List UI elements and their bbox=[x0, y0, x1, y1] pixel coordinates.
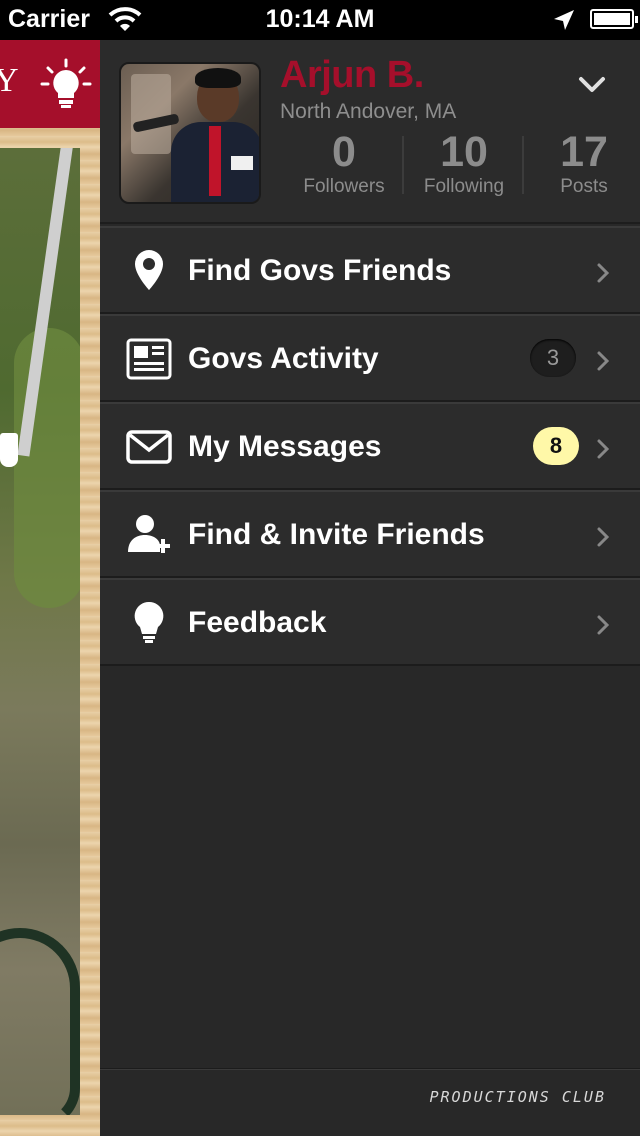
status-time: 10:14 AM bbox=[265, 5, 375, 33]
drawer-menu: Find Govs Friends Govs Activity 3 My Mes… bbox=[100, 226, 640, 666]
main-screen-peek[interactable]: Y bbox=[0, 40, 100, 1136]
stat-label: Following bbox=[423, 176, 505, 197]
location-services-icon bbox=[554, 10, 574, 30]
stat-posts[interactable]: 17 Posts bbox=[524, 128, 640, 198]
nav-title-fragment: Y bbox=[0, 62, 19, 99]
user-name: Arjun B. bbox=[280, 54, 424, 96]
menu-item-label: My Messages bbox=[188, 430, 382, 463]
chevron-down-icon[interactable] bbox=[578, 74, 606, 96]
profile-stats: 0 Followers 10 Following 17 Posts bbox=[280, 128, 640, 198]
battery-icon bbox=[590, 9, 638, 29]
side-drawer: Arjun B. North Andover, MA 0 Followers 1… bbox=[100, 40, 640, 1136]
messages-count-badge: 8 bbox=[533, 427, 579, 465]
stat-following[interactable]: 10 Following bbox=[404, 128, 524, 198]
user-location: North Andover, MA bbox=[280, 100, 457, 123]
stat-label: Posts bbox=[560, 176, 608, 197]
stat-followers[interactable]: 0 Followers bbox=[284, 128, 404, 198]
route-shield-icon bbox=[0, 433, 18, 467]
menu-item-label: Find Govs Friends bbox=[188, 254, 452, 287]
avatar[interactable] bbox=[119, 62, 261, 204]
chevron-right-icon bbox=[597, 351, 610, 371]
stat-value: 10 bbox=[440, 128, 488, 176]
chevron-right-icon bbox=[597, 527, 610, 547]
stat-value: 17 bbox=[560, 128, 608, 176]
location-pin-icon bbox=[135, 250, 163, 290]
map-river bbox=[0, 928, 80, 1115]
menu-item-govs-activity[interactable]: Govs Activity 3 bbox=[100, 314, 640, 402]
menu-item-feedback[interactable]: Feedback bbox=[100, 578, 640, 666]
stat-value: 0 bbox=[332, 128, 356, 176]
add-person-icon bbox=[128, 515, 170, 553]
satellite-map bbox=[0, 148, 80, 1115]
menu-item-find-invite-friends[interactable]: Find & Invite Friends bbox=[100, 490, 640, 578]
stat-label: Followers bbox=[303, 176, 385, 197]
lightbulb-icon bbox=[134, 601, 164, 643]
menu-item-find-govs-friends[interactable]: Find Govs Friends bbox=[100, 226, 640, 314]
chevron-right-icon bbox=[597, 615, 610, 635]
footer-brand-logo: PRODUCTIONS CLUB bbox=[429, 1088, 606, 1106]
lightbulb-icon[interactable] bbox=[40, 58, 92, 110]
activity-count-badge: 3 bbox=[530, 339, 576, 377]
menu-item-label: Find & Invite Friends bbox=[188, 518, 485, 551]
newspaper-icon bbox=[126, 338, 172, 380]
menu-item-label: Govs Activity bbox=[188, 342, 379, 375]
footer-divider bbox=[100, 1068, 640, 1070]
status-bar: Carrier 10:14 AM bbox=[0, 0, 640, 40]
main-nav-bar: Y bbox=[0, 40, 100, 128]
chevron-right-icon bbox=[597, 439, 610, 459]
profile-header: Arjun B. North Andover, MA 0 Followers 1… bbox=[100, 40, 640, 224]
menu-item-label: Feedback bbox=[188, 606, 327, 639]
envelope-icon bbox=[126, 430, 172, 464]
chevron-right-icon bbox=[597, 263, 610, 283]
menu-item-my-messages[interactable]: My Messages 8 bbox=[100, 402, 640, 490]
